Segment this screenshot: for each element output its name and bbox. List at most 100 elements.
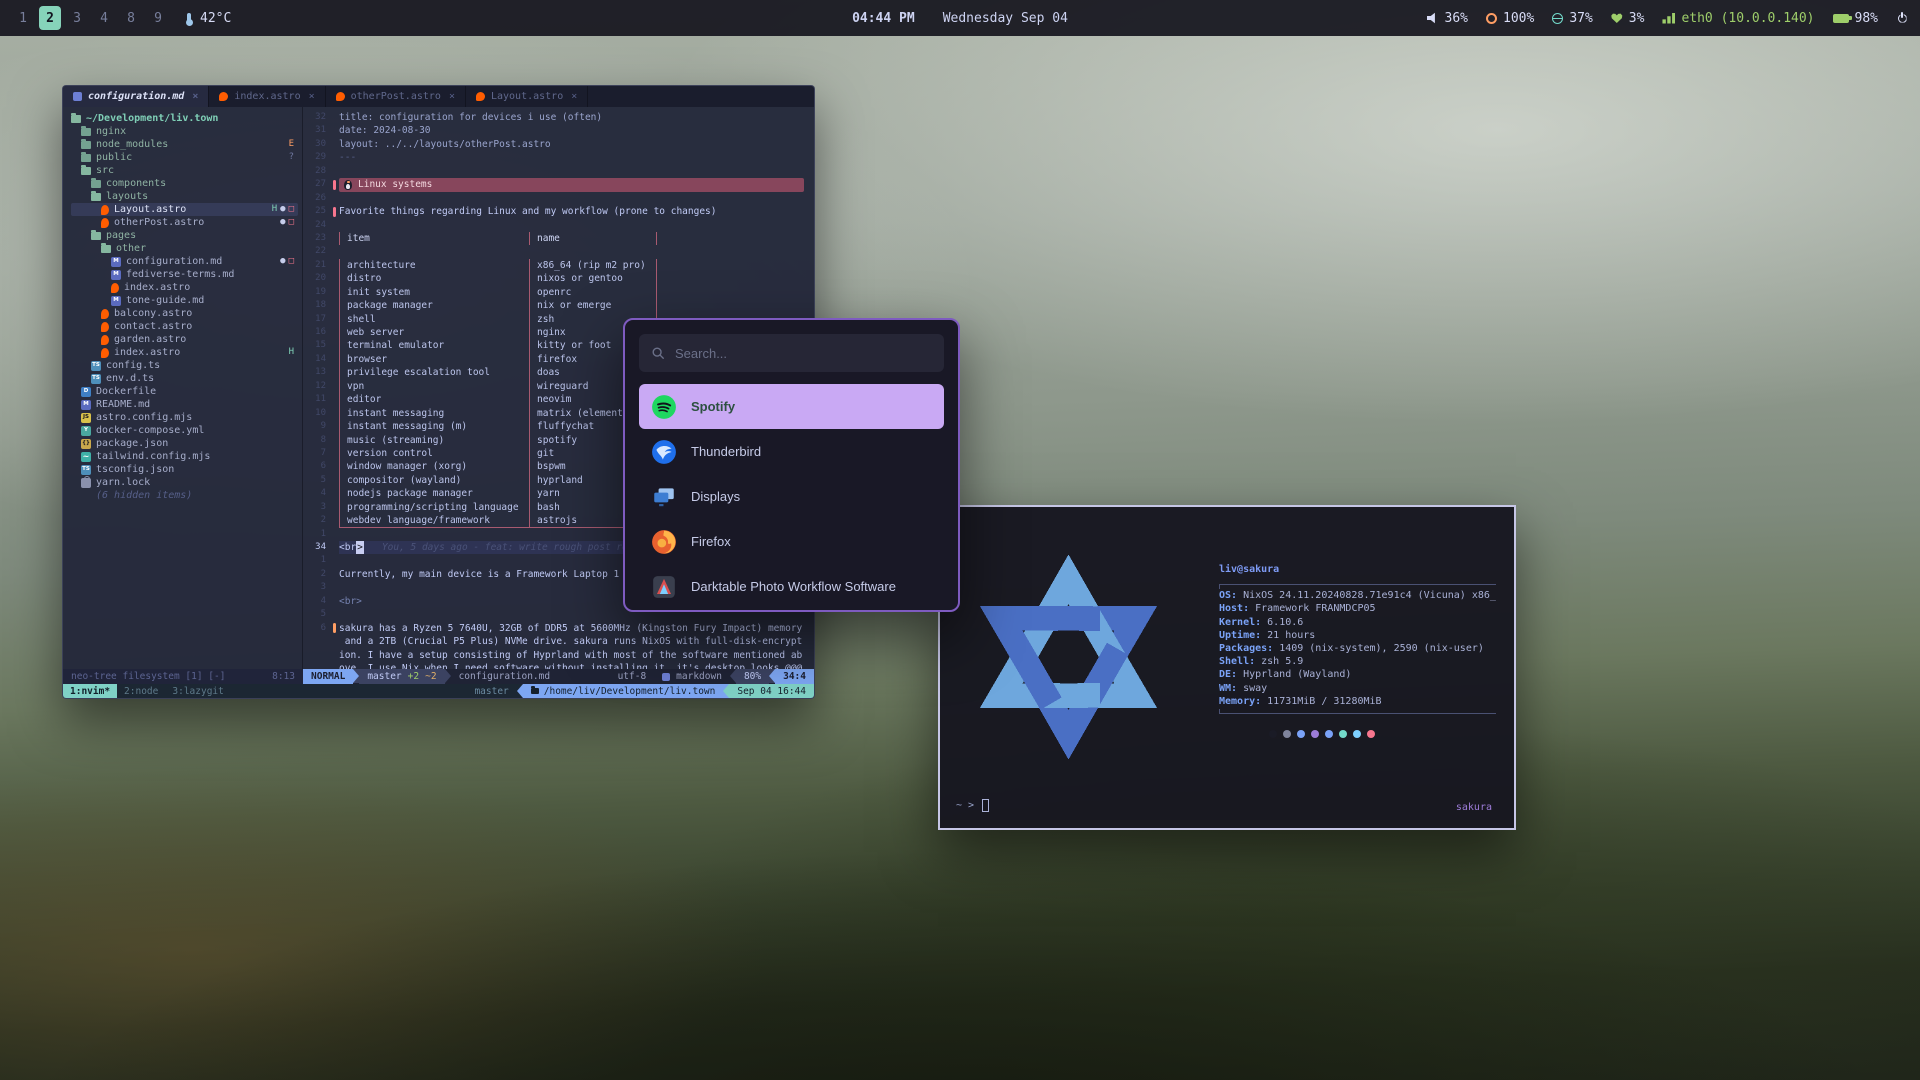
search-bar[interactable]: [639, 334, 944, 372]
tree-item[interactable]: README.md: [71, 398, 298, 411]
close-icon[interactable]: ×: [449, 91, 455, 102]
shell-prompt[interactable]: ~ >: [956, 799, 989, 812]
tree-item[interactable]: astro.config.mjs: [71, 411, 298, 424]
buffer-line[interactable]: 30 layout: ../../layouts/otherPost.astro: [303, 138, 804, 151]
power-icon[interactable]: [1896, 12, 1908, 24]
tree-item[interactable]: index.astro H: [71, 346, 298, 359]
bar-module[interactable]: 98%: [1833, 11, 1878, 26]
buffer-line[interactable]: 19 init system openrc: [303, 286, 804, 299]
bar-module[interactable]: eth0 (10.0.0.140): [1662, 11, 1814, 26]
workspace-button[interactable]: 8: [120, 6, 142, 30]
tree-item[interactable]: yarn.lock: [71, 476, 298, 489]
file-icon: [111, 283, 119, 293]
launcher-item[interactable]: Thunderbird: [639, 429, 944, 474]
sign-column: [333, 662, 339, 669]
buffer-line[interactable]: 6 sakura has a Ryzen 5 7640U, 32GB of DD…: [303, 622, 804, 635]
tree-item[interactable]: balcony.astro: [71, 307, 298, 320]
editor-tab[interactable]: otherPost.astro ×: [326, 86, 466, 107]
palette-dot: [1283, 730, 1291, 738]
buffer-line[interactable]: ion. I have a setup consisting of Hyprla…: [303, 649, 804, 662]
buffer-line[interactable]: 18 package manager nix or emerge: [303, 299, 804, 312]
editor-tab[interactable]: Layout.astro ×: [466, 86, 588, 107]
buffer-line[interactable]: 22: [303, 245, 804, 258]
buffer-line[interactable]: 28: [303, 165, 804, 178]
line-number: 8: [303, 434, 333, 447]
workspace-button[interactable]: 3: [66, 6, 88, 30]
bar-module[interactable]: 36%: [1427, 11, 1468, 26]
workspace-button[interactable]: 2: [39, 6, 61, 30]
file-icon: [81, 452, 91, 462]
close-icon[interactable]: ×: [309, 91, 315, 102]
close-icon[interactable]: ×: [571, 91, 577, 102]
bar-module[interactable]: 3%: [1611, 11, 1645, 26]
bar-module[interactable]: 37%: [1552, 11, 1592, 26]
palette-dot: [1269, 730, 1277, 738]
tree-item[interactable]: garden.astro: [71, 333, 298, 346]
buffer-line[interactable]: 32 title: configuration for devices i us…: [303, 111, 804, 124]
tree-item[interactable]: (6 hidden items): [71, 489, 298, 502]
workspace-button[interactable]: 4: [93, 6, 115, 30]
tmux-window-tab[interactable]: 1:nvim*: [63, 684, 117, 698]
tmux-window-tab[interactable]: 3:lazygit: [165, 684, 230, 698]
editor-tab[interactable]: configuration.md ×: [63, 86, 209, 107]
search-input[interactable]: [675, 346, 932, 361]
buffer-line[interactable]: 23 item name: [303, 232, 804, 245]
close-icon[interactable]: ×: [192, 91, 198, 102]
buffer-line[interactable]: 21 architecture x86_64 (rip m2 pro): [303, 259, 804, 272]
tree-item[interactable]: components: [71, 177, 298, 190]
tree-item[interactable]: otherPost.astro ● □: [71, 216, 298, 229]
workspace-button[interactable]: 1: [12, 6, 34, 30]
buffer-line[interactable]: ove. I use Nix when I need software with…: [303, 662, 804, 669]
line-number: 23: [303, 232, 333, 245]
bar-module[interactable]: 100%: [1486, 11, 1534, 26]
buffer-line[interactable]: 27 Linux systems: [303, 178, 804, 191]
launcher-item[interactable]: Firefox: [639, 519, 944, 564]
buffer-line[interactable]: 29 ---: [303, 151, 804, 164]
editor-tab[interactable]: index.astro ×: [209, 86, 325, 107]
buffer-line[interactable]: and a 2TB (Crucial P5 Plus) NVMe drive. …: [303, 635, 804, 648]
tree-item[interactable]: tone-guide.md: [71, 294, 298, 307]
workspace-button[interactable]: 9: [147, 6, 169, 30]
temperature-value: 42°C: [200, 11, 231, 26]
launcher-item[interactable]: Displays: [639, 474, 944, 519]
tree-item[interactable]: package.json: [71, 437, 298, 450]
tree-item[interactable]: Layout.astro H ● □: [71, 203, 298, 216]
buffer-line[interactable]: 25 Favorite things regarding Linux and m…: [303, 205, 804, 218]
tree-item[interactable]: pages: [71, 229, 298, 242]
tmux-git-branch: master: [466, 684, 516, 698]
buffer-line[interactable]: 24: [303, 219, 804, 232]
sign-column: [333, 353, 339, 366]
tree-item[interactable]: configuration.md ● □: [71, 255, 298, 268]
tree-item[interactable]: layouts: [71, 190, 298, 203]
buffer-line[interactable]: 31 date: 2024-08-30: [303, 124, 804, 137]
tree-item[interactable]: contact.astro: [71, 320, 298, 333]
clock[interactable]: 04:44 PM Wednesday Sep 04: [852, 0, 1068, 36]
buffer-line[interactable]: 20 distro nixos or gentoo: [303, 272, 804, 285]
tree-item[interactable]: ~/Development/liv.town: [71, 112, 298, 125]
line-content: architecture x86_64 (rip m2 pro): [339, 259, 804, 272]
tree-item[interactable]: env.d.ts: [71, 372, 298, 385]
tree-item[interactable]: fediverse-terms.md: [71, 268, 298, 281]
tree-item[interactable]: tsconfig.json: [71, 463, 298, 476]
tree-item[interactable]: nginx: [71, 125, 298, 138]
tree-item[interactable]: other: [71, 242, 298, 255]
launcher-item[interactable]: Darktable Photo Workflow Software: [639, 564, 944, 609]
line-number: 9: [303, 420, 333, 433]
tree-item[interactable]: node_modules E: [71, 138, 298, 151]
buffer-line[interactable]: 26: [303, 192, 804, 205]
line-content: init system openrc: [339, 286, 804, 299]
sign-column: [333, 528, 339, 541]
tmux-window-tab[interactable]: 2:node: [117, 684, 165, 698]
tree-item[interactable]: tailwind.config.mjs: [71, 450, 298, 463]
launcher-item[interactable]: Spotify: [639, 384, 944, 429]
sign-column: [333, 272, 339, 285]
temperature-module[interactable]: 42°C: [187, 11, 231, 26]
tree-item[interactable]: Dockerfile: [71, 385, 298, 398]
user-host-title: liv@sakura: [1219, 563, 1496, 576]
tree-item[interactable]: public ?: [71, 151, 298, 164]
file-icon: [111, 270, 121, 280]
tree-item[interactable]: config.ts: [71, 359, 298, 372]
tree-item[interactable]: src: [71, 164, 298, 177]
tree-item[interactable]: index.astro: [71, 281, 298, 294]
tree-item[interactable]: docker-compose.yml: [71, 424, 298, 437]
